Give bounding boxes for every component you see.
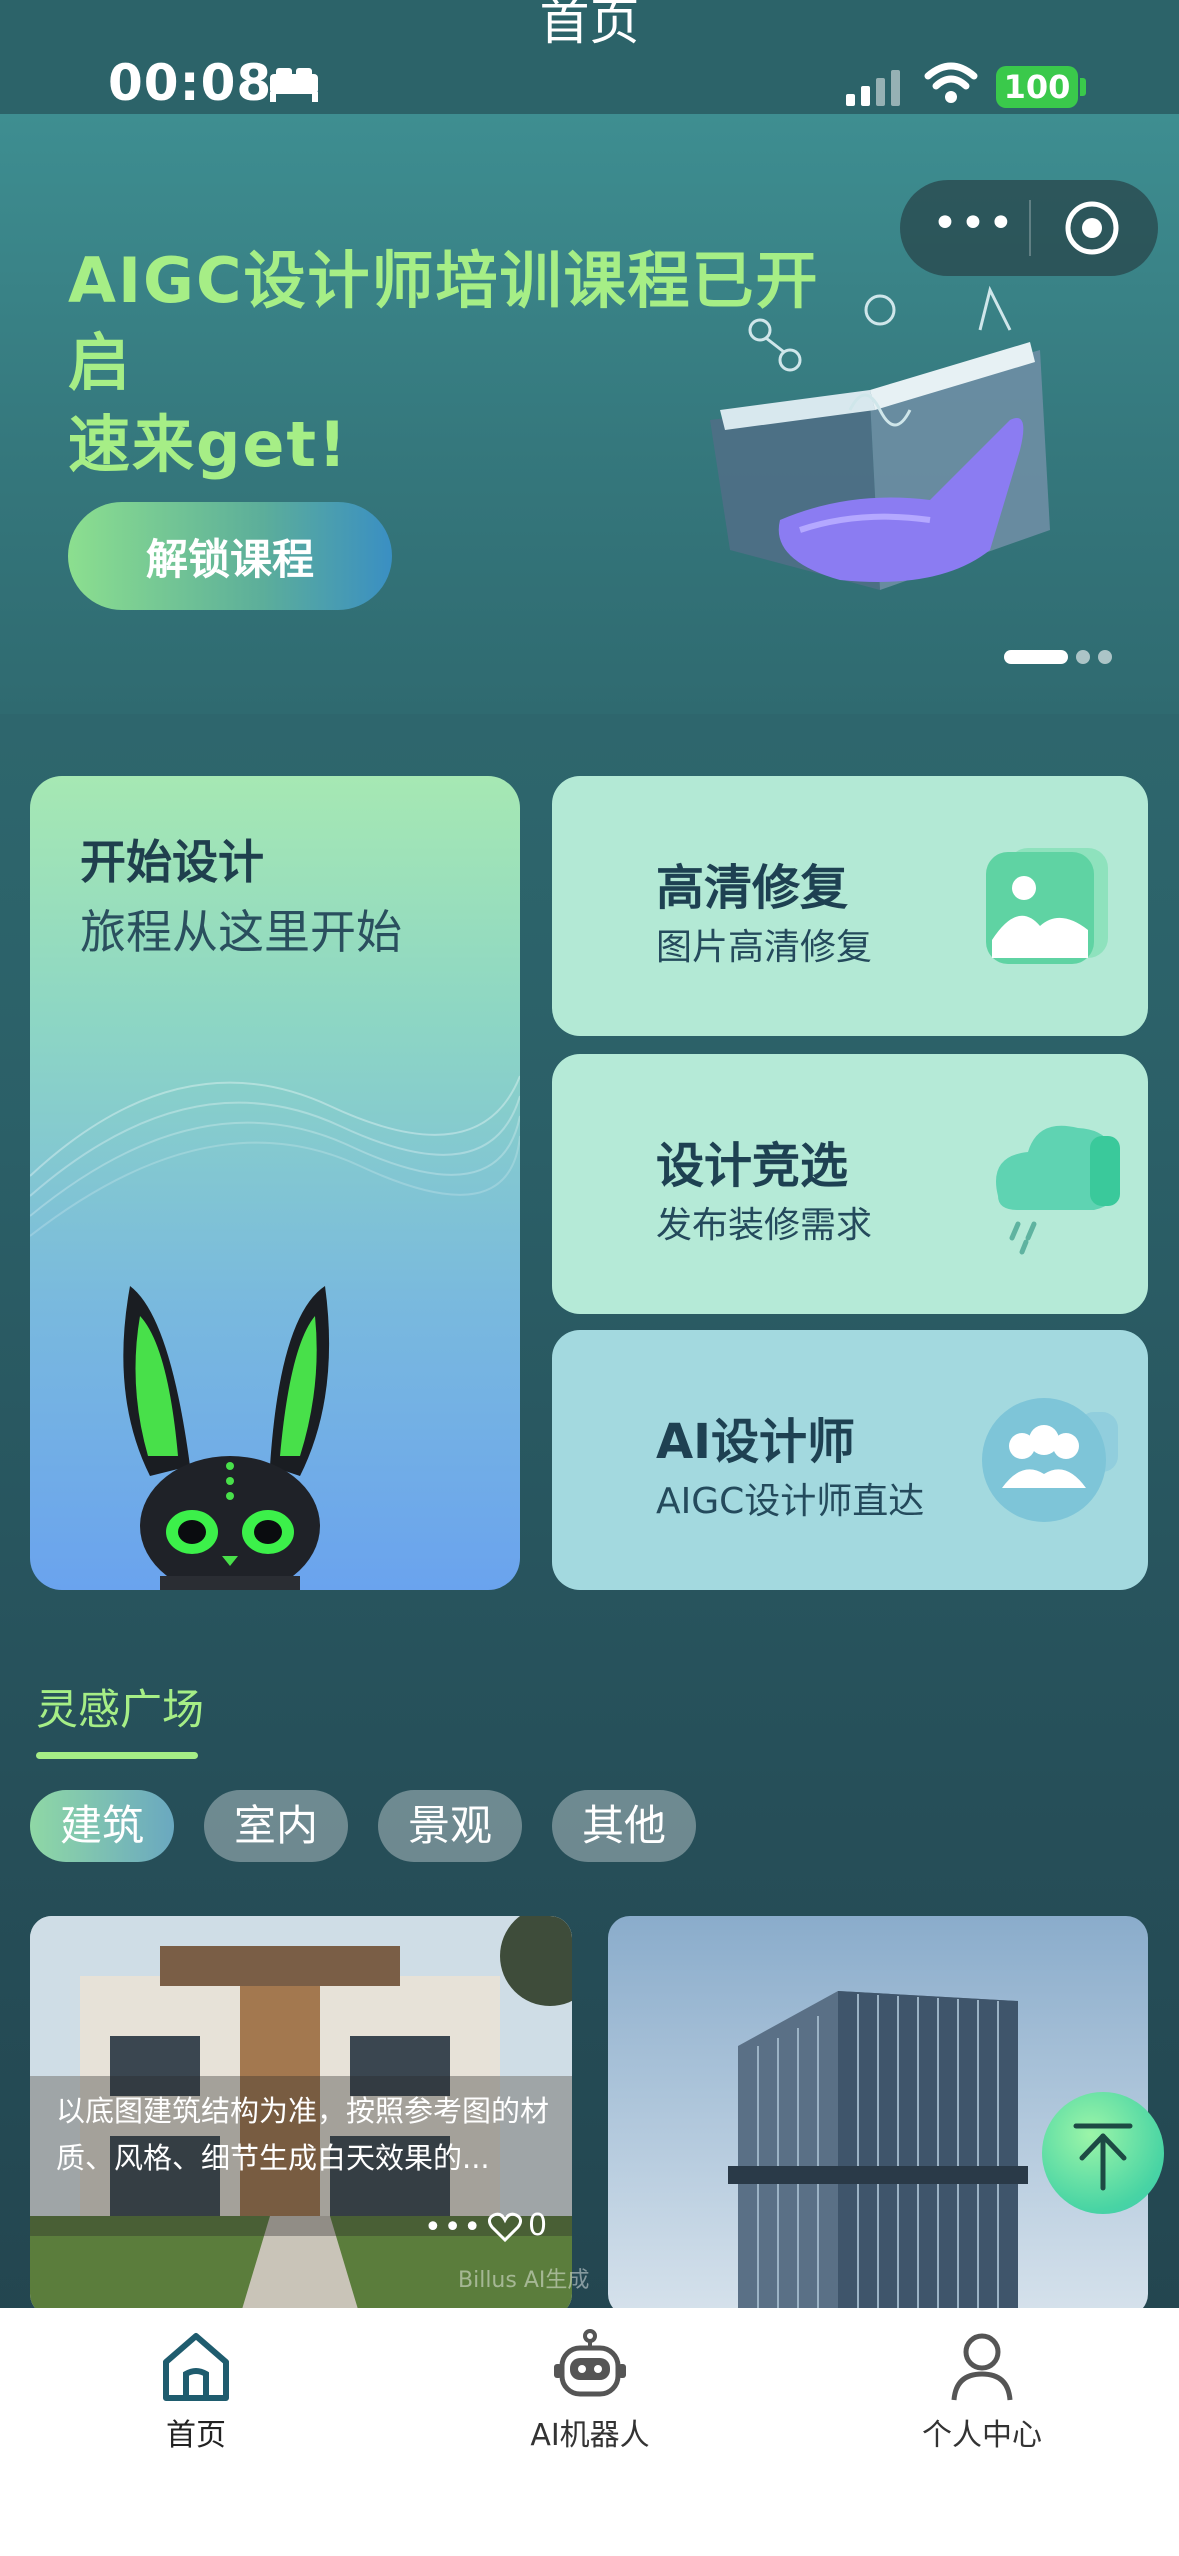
- design-contest-title: 设计竞选: [656, 1138, 849, 1194]
- ai-designer-title: AI设计师: [656, 1414, 856, 1470]
- hd-restore-subtitle: 图片高清修复: [656, 927, 873, 968]
- design-contest-subtitle: 发布装修需求: [656, 1205, 873, 1246]
- banner-title: AIGC设计师培训课程已开启 速来get!: [68, 240, 868, 486]
- category-chip-other[interactable]: 其他: [552, 1790, 696, 1862]
- tab-home-label: 首页: [166, 2418, 226, 2453]
- more-options-icon[interactable]: •••: [932, 202, 1014, 252]
- tab-ai-robot-label: AI机器人: [530, 2418, 650, 2453]
- tab-home[interactable]: 首页: [76, 2320, 316, 2453]
- robot-icon: [554, 2329, 626, 2397]
- page-title: 首页: [539, 0, 640, 51]
- start-design-title: 开始设计: [80, 835, 264, 889]
- capsule-divider: [1029, 200, 1031, 256]
- battery-indicator: 100: [996, 66, 1078, 108]
- unlock-course-button[interactable]: 解锁课程: [68, 502, 392, 610]
- cellular-signal-icon: [846, 70, 900, 106]
- inspiration-tab-title[interactable]: 灵感广场: [36, 1676, 204, 1737]
- status-time: 00:08: [108, 54, 273, 112]
- image-icon: [986, 848, 1108, 964]
- tab-profile-label: 个人中心: [922, 2418, 1042, 2453]
- start-design-subtitle: 旅程从这里开始: [80, 905, 402, 959]
- close-miniprogram-icon[interactable]: [1064, 200, 1120, 256]
- cloud-icon: [996, 1125, 1120, 1255]
- ai-designer-subtitle: AIGC设计师直达: [656, 1481, 925, 1522]
- heart-icon[interactable]: [488, 2210, 522, 2244]
- wave-lines-decoration: [30, 1075, 520, 1237]
- tab-ai-robot[interactable]: AI机器人: [470, 2320, 710, 2453]
- carousel-dot-active[interactable]: [1004, 650, 1068, 664]
- carousel-dot[interactable]: [1098, 650, 1112, 664]
- battery-tip: [1080, 78, 1086, 96]
- inspiration-tab-underline: [36, 1752, 198, 1759]
- inspiration-card-caption: 以底图建筑结构为准，按照参考图的材质、风格、细节生成白天效果的...: [56, 2094, 550, 2175]
- robot-rabbit-mascot: [123, 1286, 330, 1590]
- banner-title-line2: 速来get!: [68, 408, 349, 481]
- more-icon[interactable]: •••: [424, 2210, 483, 2245]
- like-count: 0: [528, 2208, 548, 2243]
- banner-title-line1: AIGC设计师培训课程已开启: [68, 244, 820, 399]
- tab-profile[interactable]: 个人中心: [862, 2320, 1102, 2453]
- sleep-mode-icon: [270, 68, 318, 102]
- wifi-icon: [924, 62, 978, 103]
- category-chip-architecture[interactable]: 建筑: [30, 1790, 174, 1862]
- user-icon: [951, 2333, 1013, 2401]
- hd-restore-title: 高清修复: [656, 860, 849, 916]
- category-chip-interior[interactable]: 室内: [204, 1790, 348, 1862]
- carousel-dot[interactable]: [1076, 650, 1090, 664]
- back-to-top-button[interactable]: [1042, 2092, 1164, 2214]
- category-chip-landscape[interactable]: 景观: [378, 1790, 522, 1862]
- ai-watermark: Billus AI生成: [458, 2268, 590, 2293]
- users-icon: [982, 1398, 1118, 1522]
- arrow-up-icon: [1073, 2123, 1133, 2191]
- home-icon: [163, 2333, 229, 2401]
